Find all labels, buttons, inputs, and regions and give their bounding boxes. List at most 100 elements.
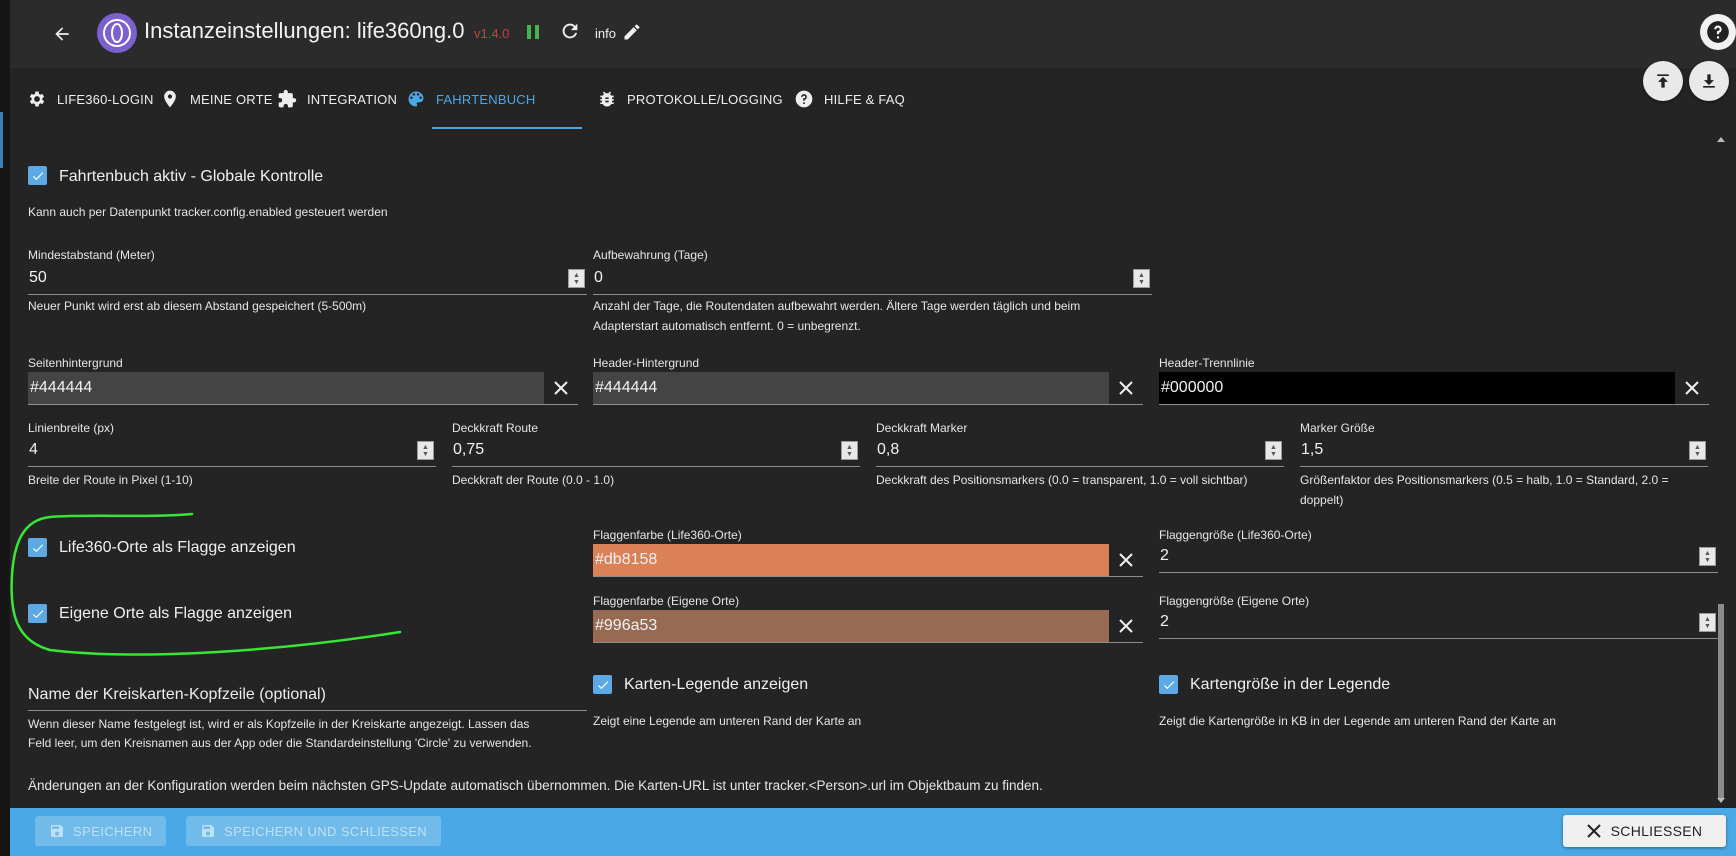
arrow-left-icon (55, 27, 69, 41)
tab-integration[interactable]: INTEGRATION (277, 68, 397, 130)
tab-hilfe-faq[interactable]: HILFE & FAQ (794, 68, 905, 130)
tab-label: FAHRTENBUCH (436, 91, 536, 107)
help-button[interactable] (1700, 14, 1736, 50)
legend-size-label: Kartengröße in der Legende (1190, 676, 1391, 693)
content-scrollbar[interactable] (1714, 134, 1728, 806)
help-circle-icon (795, 90, 813, 108)
flag-size-own-value: 2 (1160, 613, 1169, 630)
version-label: v1.4.0 (474, 26, 510, 41)
flag-size-life360-input[interactable]: 2 ▲ ▼ (1159, 544, 1718, 573)
header-bg-input[interactable]: #444444 (593, 372, 1143, 405)
tab-label: HILFE & FAQ (824, 91, 905, 107)
line-width-value: 4 (29, 441, 38, 458)
min-distance-spinner[interactable]: ▲ ▼ (568, 269, 585, 288)
adapter-logo (97, 13, 137, 53)
show-legend-help: Zeigt eine Legende am unteren Rand der K… (593, 714, 862, 728)
route-opacity-spinner[interactable]: ▲ ▼ (841, 441, 858, 460)
legend-size-checkbox[interactable] (1159, 675, 1178, 694)
circle-header-help-line2: Feld leer, um den Kreisnamen aus der App… (28, 736, 532, 750)
flag-life360-label: Life360-Orte als Flagge anzeigen (59, 539, 296, 556)
marker-size-value: 1,5 (1301, 441, 1324, 458)
save-and-close-label: SPEICHERN UND SCHLIESSEN (224, 823, 428, 839)
route-opacity-label: Deckkraft Route (452, 421, 539, 435)
flag-own-label: Eigene Orte als Flagge anzeigen (59, 605, 293, 622)
tab-meine-orte[interactable]: MEINE ORTE (160, 68, 273, 130)
bottom-action-bar: SPEICHERN SPEICHERN UND SCHLIESSEN SCHLI… (10, 808, 1736, 856)
header-bg-clear-button[interactable] (1109, 372, 1143, 404)
close-label: SCHLIESSEN (1610, 823, 1703, 839)
line-width-spinner[interactable]: ▲ ▼ (417, 441, 434, 460)
marker-size-help-line1: Größenfaktor des Positionsmarkers (0.5 =… (1300, 473, 1669, 487)
flag-size-own-label: Flaggengröße (Eigene Orte) (1159, 594, 1310, 608)
scroll-down-icon (1717, 798, 1725, 803)
flag-size-own-input[interactable]: 2 ▲ ▼ (1159, 610, 1718, 639)
reload-icon (562, 23, 578, 39)
flag-color-own-value: #996a53 (595, 617, 658, 634)
flag-color-own-clear-button[interactable] (1109, 610, 1143, 642)
flag-color-life360-clear-button[interactable] (1109, 544, 1143, 576)
check-icon (32, 609, 43, 618)
min-distance-input[interactable]: 50 ▲ ▼ (28, 266, 587, 295)
flag-life360-checkbox[interactable] (28, 538, 47, 557)
tab-label: MEINE ORTE (190, 91, 273, 107)
save-and-close-button[interactable]: SPEICHERN UND SCHLIESSEN (186, 816, 442, 846)
page-bg-value: #444444 (30, 379, 93, 396)
save-button[interactable]: SPEICHERN (35, 816, 167, 846)
upload-config-button[interactable] (1643, 61, 1683, 101)
show-legend-label: Karten-Legende anzeigen (624, 676, 809, 693)
flag-color-own-label: Flaggenfarbe (Eigene Orte) (593, 594, 740, 608)
header-line-label: Header-Trennlinie (1159, 356, 1255, 370)
circle-header-input[interactable]: Name der Kreiskarten-Kopfzeile (optional… (28, 678, 587, 711)
gear-icon (29, 91, 45, 107)
tab-protokolle-logging[interactable]: PROTOKOLLE/LOGGING (597, 68, 783, 130)
marker-opacity-spinner[interactable]: ▲ ▼ (1265, 441, 1282, 460)
line-width-input[interactable]: 4 ▲ ▼ (28, 438, 436, 467)
download-config-button[interactable] (1689, 61, 1729, 101)
header-bg-value: #444444 (595, 379, 658, 396)
top-bar: Instanzeinstellungen: life360ng.0 v1.4.0… (10, 0, 1736, 68)
reload-button[interactable] (559, 20, 581, 47)
tab-fahrtenbuch[interactable]: FAHRTENBUCH (406, 68, 535, 130)
close-button[interactable]: SCHLIESSEN (1563, 815, 1726, 847)
map-pin-icon (164, 90, 176, 108)
flag-size-life360-value: 2 (1160, 547, 1169, 564)
header-bg-label: Header-Hintergrund (593, 356, 700, 370)
marker-size-help-line2: doppelt) (1300, 493, 1344, 507)
back-button[interactable] (46, 18, 78, 50)
route-opacity-input[interactable]: 0,75 ▲ ▼ (452, 438, 860, 467)
tab-label: LIFE360-LOGIN (57, 91, 154, 107)
active-tab-indicator (432, 127, 582, 129)
header-line-input[interactable]: #000000 (1159, 372, 1709, 405)
floppy-disk-icon (202, 825, 214, 837)
scroll-thumb[interactable] (1718, 604, 1724, 799)
close-icon (1685, 381, 1699, 395)
header-line-swatch (1159, 372, 1675, 404)
legend-size-help: Zeigt die Kartengröße in KB in der Legen… (1159, 714, 1556, 728)
flag-color-own-input[interactable]: #996a53 (593, 610, 1143, 643)
enabled-help: Kann auch per Datenpunkt tracker.config.… (28, 205, 388, 219)
flag-color-life360-label: Flaggenfarbe (Life360-Orte) (593, 528, 742, 542)
puzzle-icon (278, 89, 297, 108)
route-opacity-value: 0,75 (453, 441, 485, 458)
header-line-clear-button[interactable] (1675, 372, 1709, 404)
retention-spinner[interactable]: ▲ ▼ (1133, 269, 1150, 288)
marker-size-spinner[interactable]: ▲ ▼ (1689, 441, 1706, 460)
left-strip-marker (0, 112, 3, 168)
header-line-value: #000000 (1161, 379, 1224, 396)
tab-life360-login[interactable]: LIFE360-LOGIN (27, 68, 154, 130)
enabled-checkbox[interactable] (28, 166, 47, 185)
floppy-disk-icon (51, 825, 63, 837)
flag-own-checkbox[interactable] (28, 604, 47, 623)
marker-opacity-input[interactable]: 0,8 ▲ ▼ (876, 438, 1284, 467)
page-bg-clear-button[interactable] (544, 372, 578, 404)
edit-log-level-button[interactable] (622, 22, 642, 47)
flag-color-life360-input[interactable]: #db8158 (593, 544, 1143, 577)
footer-note: Änderungen an der Konfiguration werden b… (28, 778, 1043, 793)
page-bg-input[interactable]: #444444 (28, 372, 578, 405)
close-icon (1119, 553, 1133, 567)
show-legend-checkbox[interactable] (593, 675, 612, 694)
retention-input[interactable]: 0 ▲ ▼ (593, 266, 1152, 295)
close-icon (1586, 824, 1601, 838)
pause-button[interactable] (526, 24, 540, 45)
marker-size-input[interactable]: 1,5 ▲ ▼ (1300, 438, 1708, 467)
